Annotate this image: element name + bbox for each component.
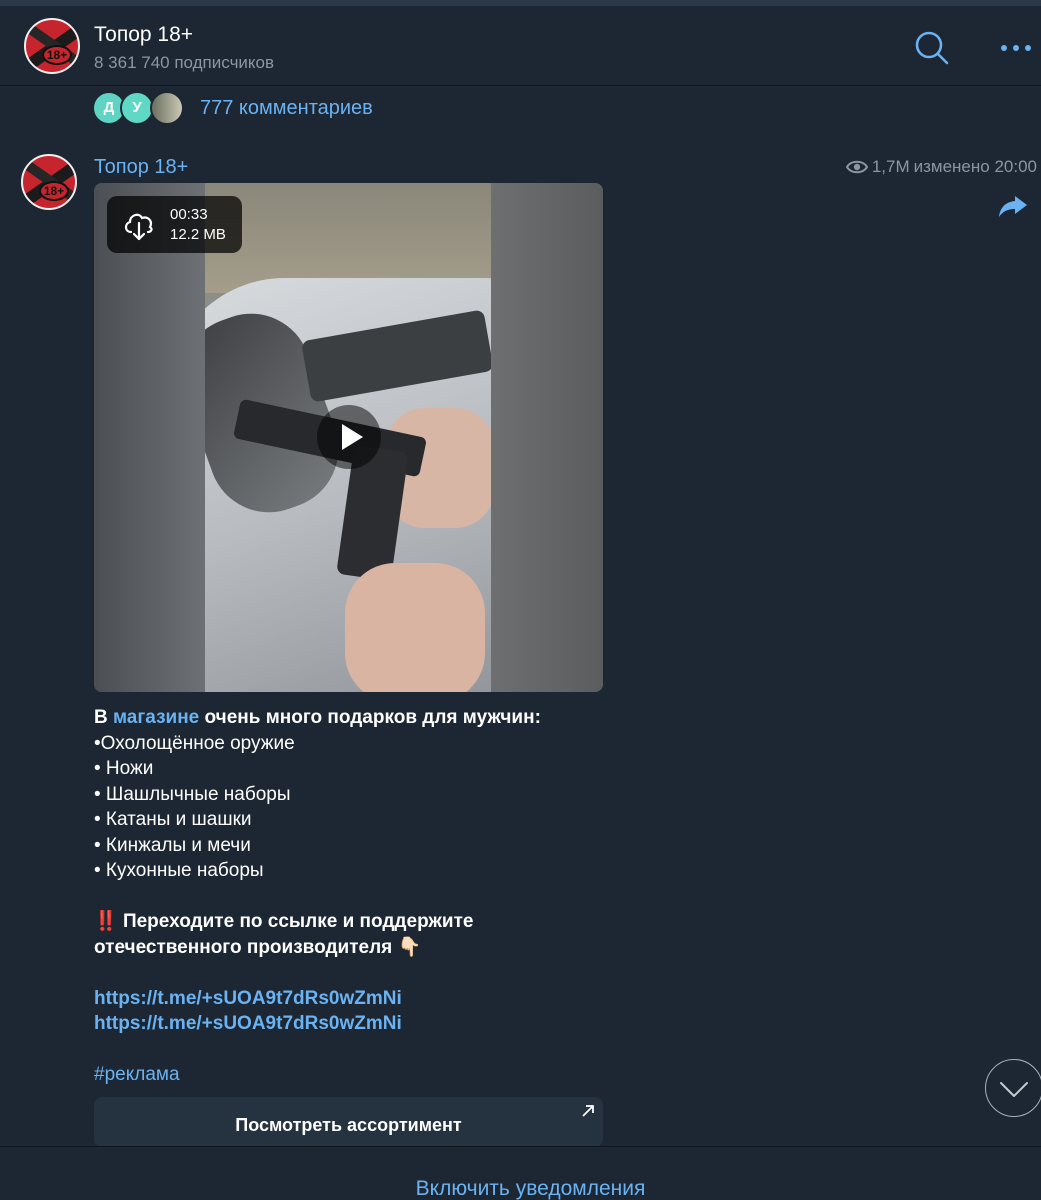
post-meta: 1,7M изменено 20:00 bbox=[845, 157, 1037, 177]
cloud-download-icon bbox=[124, 213, 153, 241]
invite-link[interactable]: https://t.me/+sUOA9t7dRs0wZmNi bbox=[94, 986, 634, 1012]
call-to-action-line: ‼️ Переходите по ссылке и поддержите bbox=[94, 911, 474, 932]
hashtag-link[interactable]: #реклама bbox=[94, 1062, 634, 1088]
pointing-down-icon: 👇🏻 bbox=[397, 936, 422, 958]
view-assortment-label: Посмотреть ассортимент bbox=[235, 1115, 462, 1135]
channel-avatar[interactable]: 18+ bbox=[24, 18, 80, 74]
commenter-avatar: У bbox=[120, 91, 154, 125]
list-item: • Кухонные наборы bbox=[94, 860, 264, 881]
search-button[interactable] bbox=[912, 28, 952, 68]
post-intro: В магазине очень много подарков для мужч… bbox=[94, 707, 541, 728]
channel-header: 18+ Топор 18+ 8 361 740 подписчиков bbox=[0, 6, 1041, 86]
more-button[interactable] bbox=[996, 34, 1036, 62]
video-blur-right bbox=[491, 183, 603, 692]
list-item: • Ножи bbox=[94, 758, 154, 779]
list-item: • Шашлычные наборы bbox=[94, 783, 291, 805]
list-item: • Кинжалы и мечи bbox=[94, 834, 251, 856]
play-button[interactable] bbox=[317, 405, 381, 469]
channel-title[interactable]: Топор 18+ bbox=[94, 23, 193, 47]
comments-link[interactable]: 777 комментариев bbox=[200, 97, 373, 120]
avatar-label: 18+ bbox=[39, 181, 69, 201]
chevron-down-icon bbox=[1000, 1082, 1028, 1097]
scroll-down-button[interactable] bbox=[985, 1059, 1041, 1117]
share-button[interactable] bbox=[997, 190, 1029, 222]
external-link-arrow-icon bbox=[582, 1105, 594, 1117]
comments-row[interactable]: Д У 777 комментариев bbox=[92, 88, 592, 130]
play-icon bbox=[342, 424, 363, 450]
video-blur-left bbox=[94, 183, 205, 692]
subscriber-count: 8 361 740 подписчиков bbox=[94, 53, 275, 72]
search-icon bbox=[915, 31, 949, 65]
list-item: •Охолощённое оружие bbox=[94, 732, 295, 754]
list-item: • Катаны и шашки bbox=[94, 809, 252, 830]
post-author-avatar[interactable]: 18+ bbox=[21, 154, 77, 210]
view-assortment-button[interactable]: Посмотреть ассортимент bbox=[94, 1097, 603, 1147]
post-author-name[interactable]: Топор 18+ bbox=[94, 156, 188, 179]
share-arrow-icon bbox=[999, 196, 1027, 217]
view-count: 1,7M bbox=[871, 157, 910, 176]
eye-icon bbox=[845, 160, 868, 174]
double-exclamation-icon: ‼️ bbox=[94, 911, 118, 932]
video-attachment[interactable]: 00:33 12.2 MB bbox=[94, 183, 603, 692]
post-text: В магазине очень много подарков для мужч… bbox=[94, 705, 634, 1088]
video-file-size: 12.2 MB bbox=[170, 226, 226, 243]
commenter-avatar bbox=[150, 91, 184, 125]
bottom-bar: Включить уведомления bbox=[0, 1146, 1041, 1200]
shop-link[interactable]: магазине bbox=[113, 707, 199, 728]
edited-time: изменено 20:00 bbox=[913, 157, 1037, 176]
more-dots-icon bbox=[1001, 45, 1031, 51]
enable-notifications-button[interactable]: Включить уведомления bbox=[0, 1177, 1041, 1200]
download-badge[interactable]: 00:33 12.2 MB bbox=[107, 196, 242, 253]
video-duration: 00:33 bbox=[170, 206, 208, 223]
invite-link[interactable]: https://t.me/+sUOA9t7dRs0wZmNi bbox=[94, 1011, 634, 1037]
avatar-label: 18+ bbox=[42, 45, 72, 65]
call-to-action-line: отечественного производителя 👇🏻 bbox=[94, 936, 422, 958]
